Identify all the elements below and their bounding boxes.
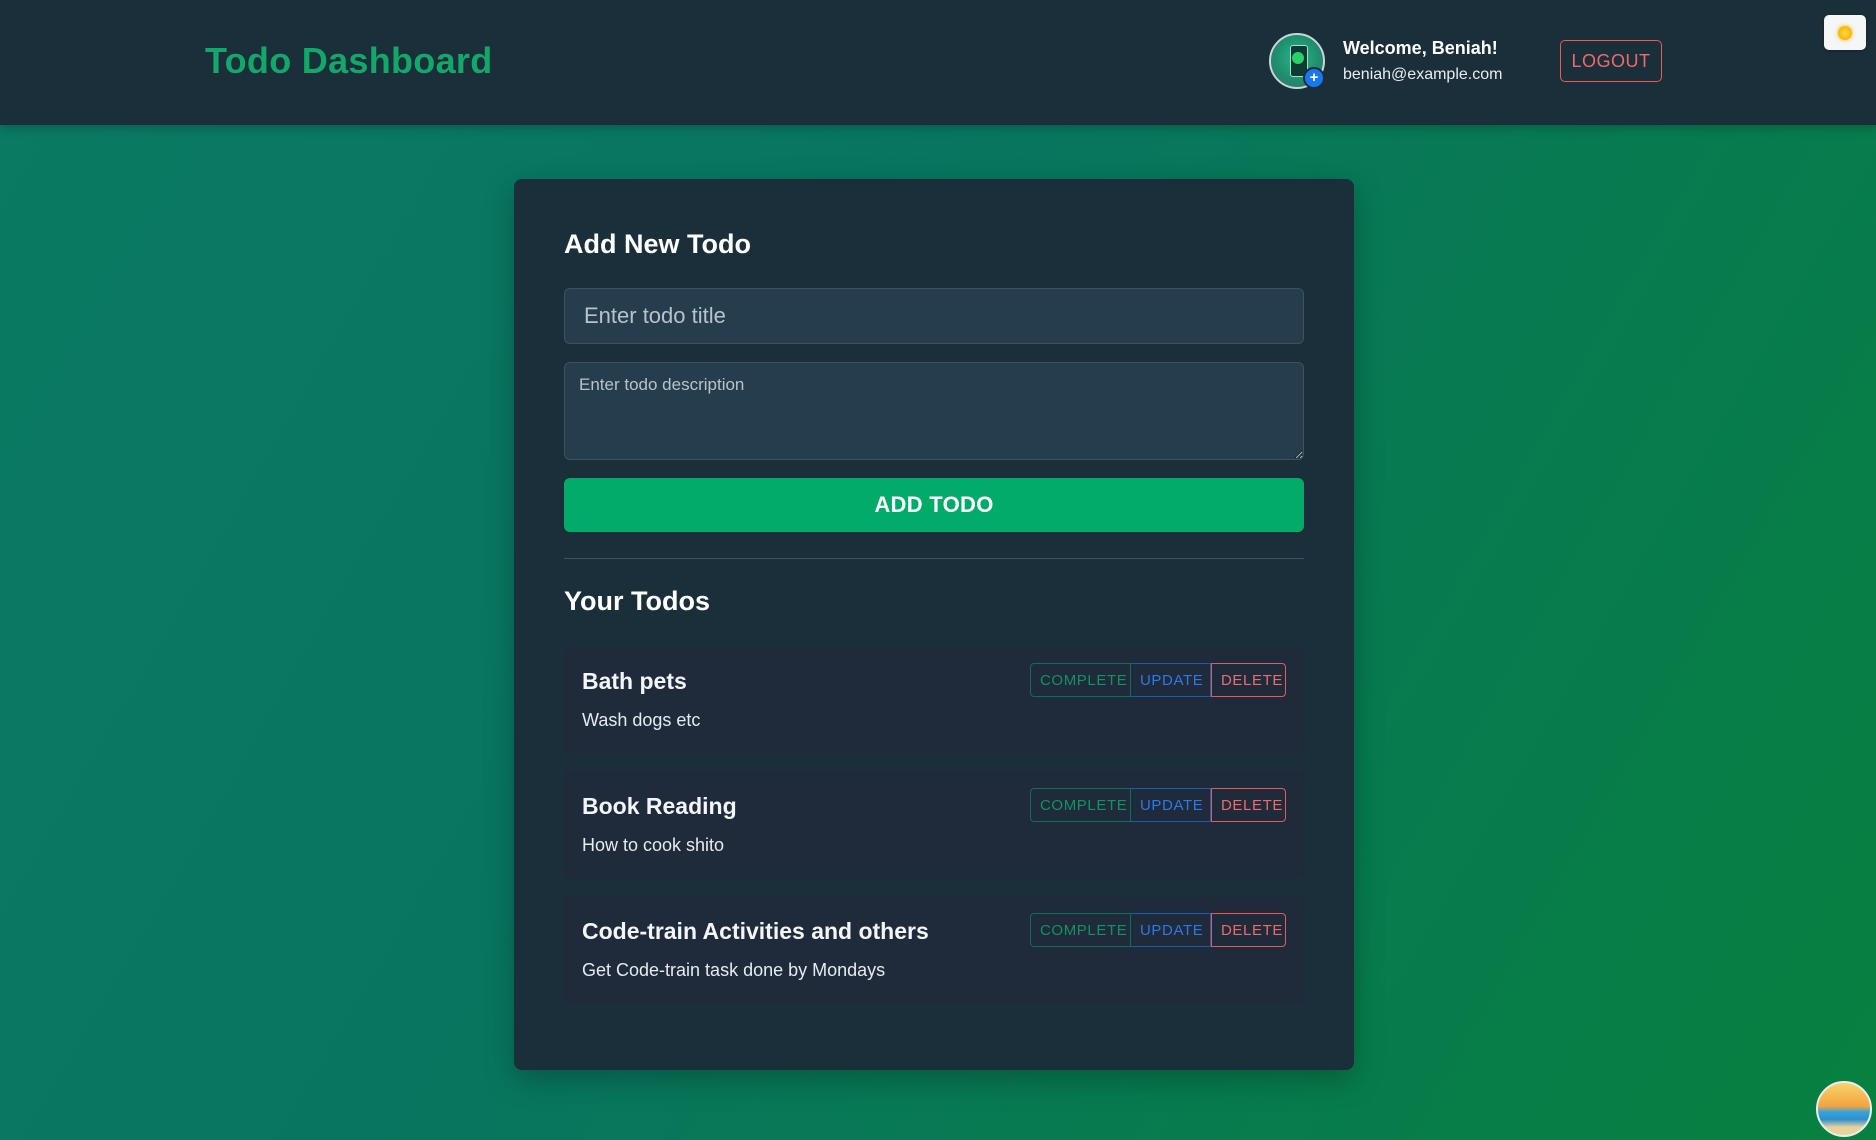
your-todos-heading: Your Todos bbox=[564, 586, 710, 616]
todo-actions: COMPLETE UPDATE DELETE bbox=[1030, 788, 1286, 822]
update-button[interactable]: UPDATE bbox=[1131, 913, 1211, 947]
update-button[interactable]: UPDATE bbox=[1131, 788, 1211, 822]
todo-description-input[interactable] bbox=[564, 362, 1304, 460]
delete-button[interactable]: DELETE bbox=[1211, 663, 1286, 697]
todo-title: Code-train Activities and others bbox=[582, 918, 929, 944]
todo-card: Add New Todo ADD TODO Your Todos Bath pe… bbox=[514, 179, 1354, 1070]
add-todo-heading: Add New Todo bbox=[564, 229, 751, 259]
beach-widget-icon[interactable] bbox=[1816, 1081, 1872, 1137]
logout-button[interactable]: LOGOUT bbox=[1560, 40, 1662, 82]
app-title: Todo Dashboard bbox=[205, 40, 493, 81]
delete-button[interactable]: DELETE bbox=[1211, 913, 1286, 947]
todo-description: Wash dogs etc bbox=[582, 710, 701, 730]
todo-title: Book Reading bbox=[582, 793, 737, 819]
complete-button[interactable]: COMPLETE bbox=[1030, 788, 1131, 822]
todo-item: Bath pets Wash dogs etc COMPLETE UPDATE … bbox=[564, 646, 1304, 753]
divider bbox=[564, 558, 1304, 559]
update-button[interactable]: UPDATE bbox=[1131, 663, 1211, 697]
todo-actions: COMPLETE UPDATE DELETE bbox=[1030, 913, 1286, 947]
delete-button[interactable]: DELETE bbox=[1211, 788, 1286, 822]
plus-badge-icon: + bbox=[1303, 67, 1325, 89]
avatar[interactable]: + bbox=[1269, 33, 1325, 89]
todo-title-input[interactable] bbox=[564, 288, 1304, 344]
todo-description: Get Code-train task done by Mondays bbox=[582, 960, 886, 980]
todo-title: Bath pets bbox=[582, 668, 687, 694]
top-navbar: Todo Dashboard + Welcome, Beniah! beniah… bbox=[0, 0, 1876, 125]
todo-item: Code-train Activities and others Get Cod… bbox=[564, 896, 1304, 1003]
todo-description: How to cook shito bbox=[582, 835, 725, 855]
todo-actions: COMPLETE UPDATE DELETE bbox=[1030, 663, 1286, 697]
whatsapp-icon bbox=[1292, 52, 1304, 64]
complete-button[interactable]: COMPLETE bbox=[1030, 663, 1131, 697]
todo-item: Book Reading How to cook shito COMPLETE … bbox=[564, 771, 1304, 878]
add-todo-button[interactable]: ADD TODO bbox=[564, 478, 1304, 532]
complete-button[interactable]: COMPLETE bbox=[1030, 913, 1131, 947]
welcome-text: Welcome, Beniah! bbox=[1343, 38, 1498, 58]
user-email: beniah@example.com bbox=[1343, 66, 1503, 83]
sun-icon bbox=[1838, 26, 1852, 40]
theme-toggle-button[interactable] bbox=[1824, 15, 1866, 50]
